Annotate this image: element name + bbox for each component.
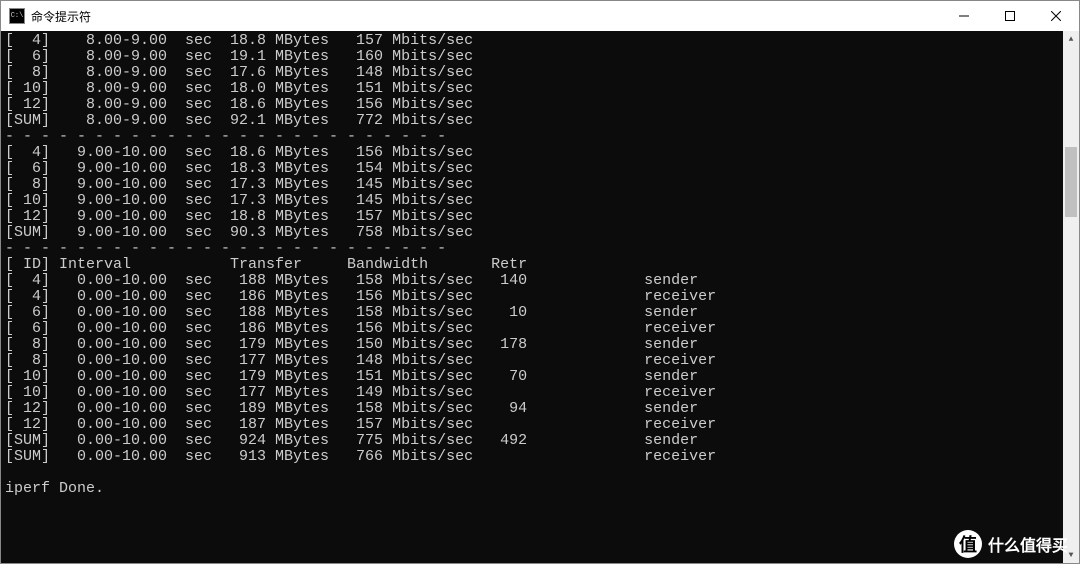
app-icon: C:\ xyxy=(9,8,25,24)
watermark-badge-icon: 值 xyxy=(954,530,982,558)
minimize-button[interactable] xyxy=(941,1,987,31)
maximize-button[interactable] xyxy=(987,1,1033,31)
window-title: 命令提示符 xyxy=(31,8,941,25)
watermark: 值 什么值得买 xyxy=(954,530,1068,558)
vertical-scrollbar[interactable]: ▲ ▼ xyxy=(1063,31,1079,563)
terminal-area: [ 4] 8.00-9.00 sec 18.8 MBytes 157 Mbits… xyxy=(1,31,1079,563)
scroll-track[interactable] xyxy=(1063,47,1079,547)
titlebar[interactable]: C:\ 命令提示符 xyxy=(1,1,1079,31)
scroll-up-button[interactable]: ▲ xyxy=(1063,31,1079,47)
scroll-thumb[interactable] xyxy=(1065,147,1077,217)
terminal-output[interactable]: [ 4] 8.00-9.00 sec 18.8 MBytes 157 Mbits… xyxy=(1,31,1063,563)
command-prompt-window: C:\ 命令提示符 [ 4] 8.00-9.00 sec 18.8 MBytes… xyxy=(0,0,1080,564)
watermark-text: 什么值得买 xyxy=(988,532,1068,556)
close-button[interactable] xyxy=(1033,1,1079,31)
window-controls xyxy=(941,1,1079,31)
